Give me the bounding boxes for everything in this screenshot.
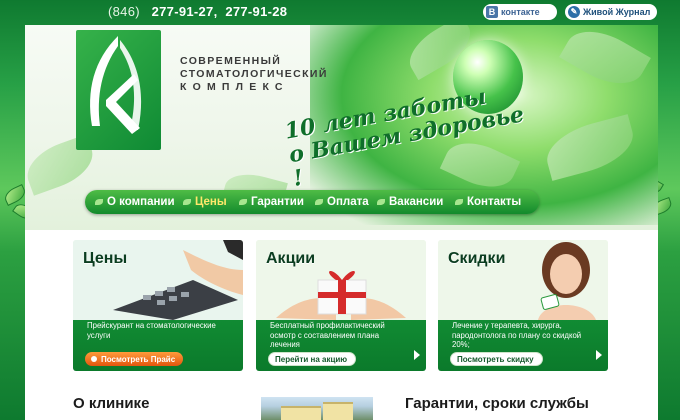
nav-label: Контакты [467,196,522,208]
promo-card-offers[interactable]: Акции Бесплатный профилактический осмотр… [256,240,426,371]
lj-label: Живой Журнал [583,7,651,17]
promo-card-discounts[interactable]: Скидки Лечение у терапевта, хирурга, пар… [438,240,608,371]
brand-name: СОВРЕМЕННЫЙ СТОМАТОЛОГИЧЕСКИЙ КОМПЛЕКС [180,55,328,94]
leaf-logo-icon [90,36,142,134]
main-nav: О компании Цены Гарантии Оплата Вакансии… [85,190,539,214]
leaf-bullet-icon [95,199,103,205]
card-title: Акции [266,250,316,267]
card-title: Цены [83,250,128,267]
nav-label: Вакансии [389,196,444,208]
nav-item-guarantees[interactable]: Гарантии [239,190,304,214]
promo-card-prices[interactable]: Цены Прейскурант на стоматологические ус… [73,240,243,371]
phone-numbers[interactable]: (846) 277-91-27, 277-91-28 [108,4,287,19]
leaf-bullet-icon [455,199,463,205]
vkontakte-link[interactable]: В контакте [483,4,557,20]
section-title-guarantees: Гарантии, сроки службы [405,395,589,412]
go-to-offer-button[interactable]: Перейти на акцию [268,352,357,366]
livejournal-link[interactable]: ✎ Живой Журнал [565,4,657,20]
arrow-right-icon[interactable] [596,350,602,360]
page-content: СОВРЕМЕННЫЙ СТОМАТОЛОГИЧЕСКИЙ КОМПЛЕКС 1… [25,25,658,420]
nav-item-vacancies[interactable]: Вакансии [377,190,443,214]
brand-line-2: СТОМАТОЛОГИЧЕСКИЙ [180,68,328,80]
vk-icon: В [486,6,498,18]
top-bar: (846) 277-91-27, 277-91-28 В контакте ✎ … [0,0,680,24]
logo[interactable] [76,30,161,150]
clinic-building-photo [261,397,373,420]
phone-code: (846) [108,4,140,19]
nav-item-about[interactable]: О компании [95,190,175,214]
leaf-bullet-icon [377,199,385,205]
button-label: Перейти на акцию [275,354,348,364]
nav-label: Цены [195,196,227,208]
view-discount-button[interactable]: Посмотреть скидку [450,352,543,366]
header: СОВРЕМЕННЫЙ СТОМАТОЛОГИЧЕСКИЙ КОМПЛЕКС 1… [25,25,658,230]
leaf-bullet-icon [91,356,97,362]
card-text: Лечение у терапевта, хирурга, пародонтол… [452,321,582,349]
card-text: Бесплатный профилактический осмотр с сос… [270,321,385,349]
livejournal-icon: ✎ [568,6,580,18]
building-shape [281,406,321,420]
building-shape [323,402,353,420]
nav-item-prices[interactable]: Цены [183,190,227,214]
button-label: Посмотреть скидку [457,354,534,364]
nav-item-contacts[interactable]: Контакты [455,190,521,214]
brand-line-1: СОВРЕМЕННЫЙ [180,55,282,67]
leaf-bullet-icon [239,199,247,205]
nav-item-payment[interactable]: Оплата [315,190,369,214]
vk-label: контакте [501,7,540,17]
card-title: Скидки [448,250,506,267]
brand-line-3: КОМПЛЕКС [180,81,289,93]
leaf-bullet-icon [183,199,191,205]
card-text: Прейскурант на стоматологические услуги [87,321,216,340]
nav-label: Оплата [327,196,369,208]
arrow-right-icon[interactable] [414,350,420,360]
view-price-button[interactable]: Посмотреть Прайс [85,352,184,366]
button-label: Посмотреть Прайс [101,354,176,364]
section-title-clinic: О клинике [73,395,150,412]
phone-number-1: 277-91-27, [151,4,218,19]
phone-number-2: 277-91-28 [225,4,288,19]
leaf-bullet-icon [315,199,323,205]
nav-label: Гарантии [251,196,304,208]
nav-label: О компании [107,196,175,208]
